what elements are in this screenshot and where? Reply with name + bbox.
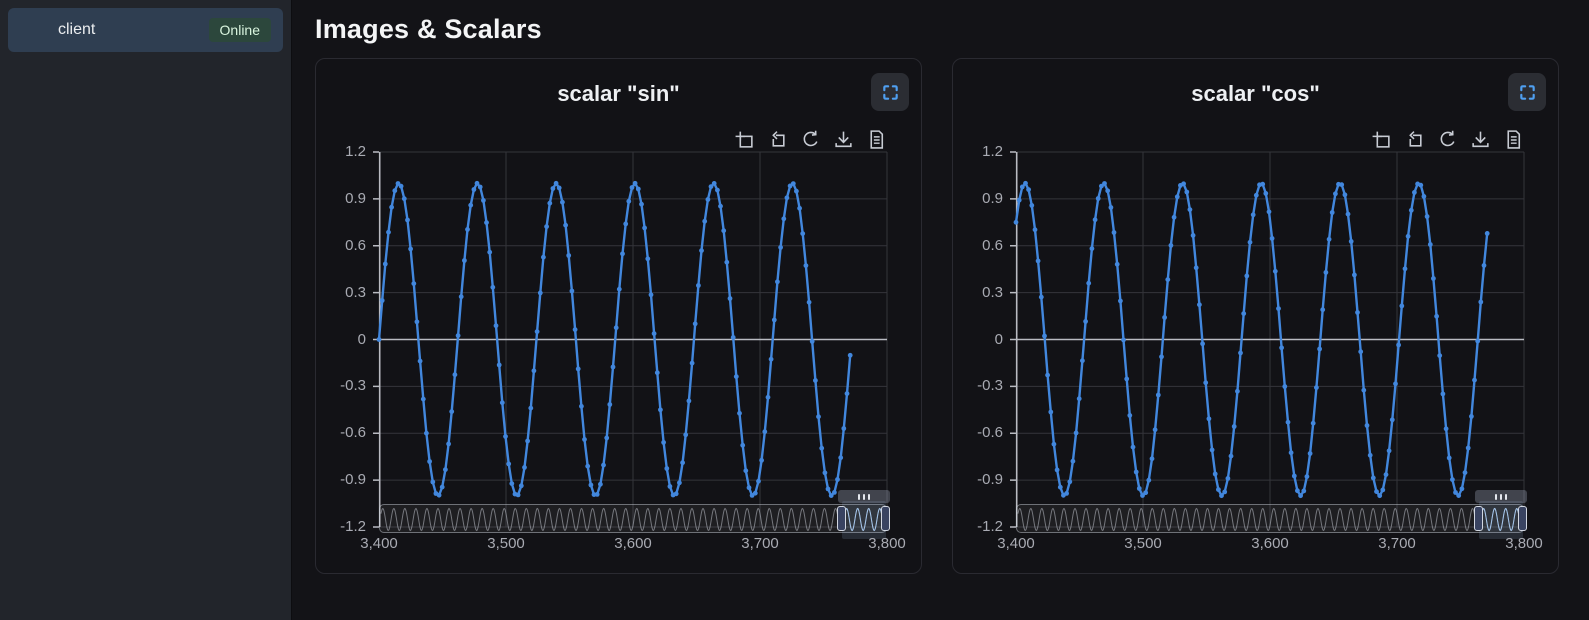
refresh-button[interactable] <box>800 129 821 150</box>
x-tick-label: 3,800 <box>868 535 906 552</box>
sidebar: client Online <box>0 0 292 620</box>
chart-title: scalar "cos" <box>953 81 1558 107</box>
y-tick-label: -1.2 <box>977 518 1003 536</box>
minimap-wave <box>1017 505 1525 534</box>
data-document-icon <box>866 129 887 150</box>
undo-zoom-icon <box>767 129 788 150</box>
expand-icon <box>881 83 900 102</box>
plot-canvas[interactable] <box>1006 152 1524 527</box>
box-zoom-icon <box>1371 129 1392 150</box>
x-tick-label: 3,400 <box>360 535 398 552</box>
box-zoom-button[interactable] <box>1371 129 1392 150</box>
minimap-handle-right[interactable] <box>881 506 890 531</box>
y-axis: 1.20.90.60.30-0.3-0.6-0.9-1.2 <box>316 152 366 527</box>
minimap-scrubber[interactable] <box>1016 504 1524 533</box>
x-tick-label: 3,500 <box>1124 535 1162 552</box>
chart-panel-sin: scalar "sin" 1.20.90.60.30-0.3-0.6-0.9-1… <box>315 58 922 574</box>
undo-zoom-icon <box>1404 129 1425 150</box>
plot-canvas[interactable] <box>369 152 887 527</box>
y-tick-label: -0.3 <box>340 377 366 395</box>
box-zoom-icon <box>734 129 755 150</box>
box-zoom-button[interactable] <box>734 129 755 150</box>
y-tick-label: 0.9 <box>982 190 1003 208</box>
plot-area: 1.20.90.60.30-0.3-0.6-0.9-1.2 3,4003,500… <box>1016 152 1524 527</box>
y-tick-label: 0 <box>995 331 1003 349</box>
plot-toolbar <box>1016 129 1524 150</box>
refresh-button[interactable] <box>1437 129 1458 150</box>
y-tick-label: -0.6 <box>340 424 366 442</box>
download-icon <box>833 129 854 150</box>
y-tick-label: 0.6 <box>982 237 1003 255</box>
x-tick-label: 3,700 <box>1378 535 1416 552</box>
download-button[interactable] <box>833 129 854 150</box>
sidebar-item-client[interactable]: client Online <box>8 8 283 52</box>
y-tick-label: -1.2 <box>340 518 366 536</box>
page-title: Images & Scalars <box>315 14 1589 45</box>
y-tick-label: -0.3 <box>977 377 1003 395</box>
y-tick-label: 0.3 <box>345 284 366 302</box>
client-label: client <box>58 21 95 39</box>
minimap-scrubber[interactable] <box>379 504 887 533</box>
x-tick-label: 3,500 <box>487 535 525 552</box>
y-axis: 1.20.90.60.30-0.3-0.6-0.9-1.2 <box>953 152 1003 527</box>
y-tick-label: -0.6 <box>977 424 1003 442</box>
undo-zoom-button[interactable] <box>767 129 788 150</box>
expand-button[interactable] <box>1508 73 1546 111</box>
minimap-handle-left[interactable] <box>837 506 846 531</box>
download-icon <box>1470 129 1491 150</box>
status-badge: Online <box>209 18 271 43</box>
chart-panel-cos: scalar "cos" 1.20.90.60.30-0.3-0.6-0.9-1… <box>952 58 1559 574</box>
minimap-handle-right[interactable] <box>1518 506 1527 531</box>
minimap-selection-window[interactable] <box>1479 501 1523 539</box>
y-tick-label: 0.6 <box>345 237 366 255</box>
expand-button[interactable] <box>871 73 909 111</box>
y-tick-label: -0.9 <box>977 471 1003 489</box>
data-document-button[interactable] <box>866 129 887 150</box>
y-tick-label: 0 <box>358 331 366 349</box>
x-tick-label: 3,800 <box>1505 535 1543 552</box>
y-tick-label: 1.2 <box>982 143 1003 161</box>
data-document-icon <box>1503 129 1524 150</box>
minimap-grip[interactable] <box>1475 490 1527 503</box>
y-tick-label: 0.3 <box>982 284 1003 302</box>
refresh-icon <box>800 129 821 150</box>
plot-area: 1.20.90.60.30-0.3-0.6-0.9-1.2 3,4003,500… <box>379 152 887 527</box>
x-tick-label: 3,400 <box>997 535 1035 552</box>
expand-icon <box>1518 83 1537 102</box>
minimap-wave <box>380 505 888 534</box>
data-document-button[interactable] <box>1503 129 1524 150</box>
y-tick-label: 0.9 <box>345 190 366 208</box>
refresh-icon <box>1437 129 1458 150</box>
plot-toolbar <box>379 129 887 150</box>
main-content: Images & Scalars scalar "sin" 1.20.90.60… <box>292 0 1589 620</box>
minimap-grip[interactable] <box>838 490 890 503</box>
undo-zoom-button[interactable] <box>1404 129 1425 150</box>
minimap-selection-window[interactable] <box>842 501 886 539</box>
minimap-handle-left[interactable] <box>1474 506 1483 531</box>
x-tick-label: 3,600 <box>1251 535 1289 552</box>
y-tick-label: 1.2 <box>345 143 366 161</box>
download-button[interactable] <box>1470 129 1491 150</box>
chart-title: scalar "sin" <box>316 81 921 107</box>
charts-row: scalar "sin" 1.20.90.60.30-0.3-0.6-0.9-1… <box>315 58 1589 574</box>
y-tick-label: -0.9 <box>340 471 366 489</box>
x-tick-label: 3,700 <box>741 535 779 552</box>
x-tick-label: 3,600 <box>614 535 652 552</box>
